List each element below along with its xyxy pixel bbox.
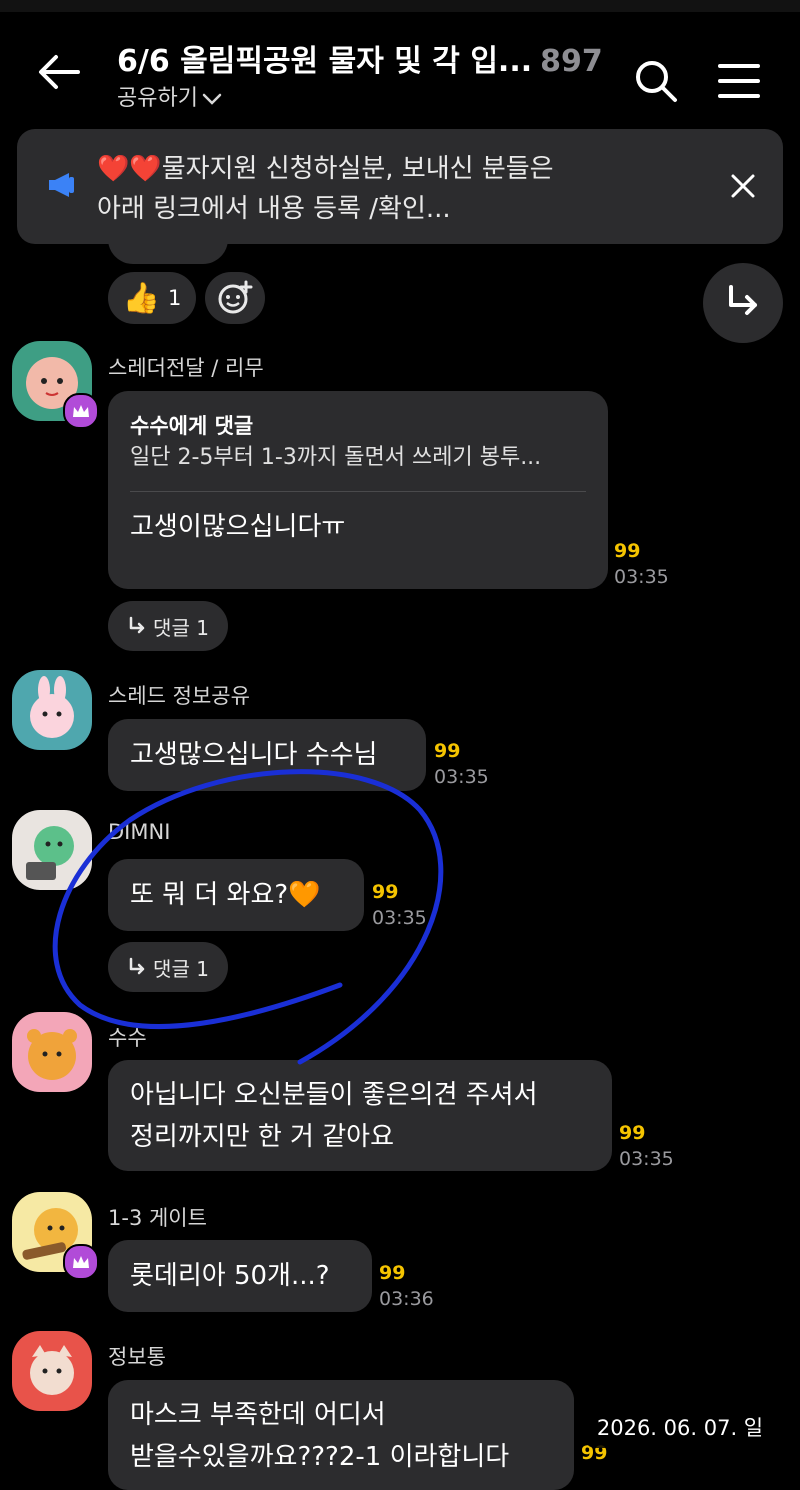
chat-title[interactable]: 6/6 올림픽공원 물자 및 각 입... 897 bbox=[117, 36, 603, 80]
message-meta: 99 03:35 bbox=[619, 1120, 674, 1172]
chat-title-text: 6/6 올림픽공원 물자 및 각 입... bbox=[117, 44, 533, 79]
add-emoji-icon bbox=[218, 280, 253, 314]
notice-text: ❤️❤️물자지원 신청하실분, 보내신 분들은 아래 링크에서 내용 등록 /확… bbox=[97, 149, 657, 229]
chat-header: 6/6 올림픽공원 물자 및 각 입... 897 공유하기 bbox=[0, 12, 800, 122]
message-time: 03:35 bbox=[619, 1148, 674, 1170]
reply-count-label: 댓글 1 bbox=[153, 615, 209, 640]
avatar[interactable] bbox=[12, 810, 92, 890]
reply-thread-button[interactable]: 댓글 1 bbox=[108, 942, 228, 992]
reply-arrow-icon bbox=[129, 616, 145, 634]
message-time: 03:35 bbox=[434, 766, 489, 788]
date-stamp: 2026. 06. 07. 일 bbox=[585, 1408, 775, 1448]
message-text-line-2: 정리까지만 한 거 같아요 bbox=[130, 1122, 394, 1152]
message-meta: 99 03:35 bbox=[434, 738, 489, 790]
quote-divider bbox=[130, 491, 586, 492]
thumbs-up-icon: 👍 bbox=[122, 280, 160, 316]
sender-name: 정보통 bbox=[108, 1345, 166, 1369]
notice-line-1: ❤️❤️물자지원 신청하실분, 보내신 분들은 bbox=[97, 154, 554, 184]
crown-badge-icon bbox=[63, 393, 99, 429]
quote-text: 일단 2-5부터 1-3까지 돌면서 쓰레기 봉투... bbox=[130, 445, 542, 470]
share-button[interactable]: 공유하기 bbox=[117, 80, 222, 112]
menu-button[interactable] bbox=[716, 58, 762, 104]
unread-count: 99 bbox=[619, 1122, 646, 1144]
message-bubble[interactable]: 수수에게 댓글 일단 2-5부터 1-3까지 돌면서 쓰레기 봉투... 고생이… bbox=[108, 391, 608, 589]
avatar-character-icon bbox=[30, 1345, 74, 1395]
hamburger-menu-icon bbox=[718, 64, 760, 98]
message-meta: 99 03:35 bbox=[372, 879, 427, 931]
reply-arrow-icon bbox=[129, 957, 145, 975]
reply-thread-button[interactable]: 댓글 1 bbox=[108, 601, 228, 651]
message-meta: 99 03:36 bbox=[379, 1260, 434, 1312]
avatar-character-icon bbox=[27, 1029, 77, 1080]
member-count: 897 bbox=[540, 44, 603, 79]
message-time: 03:36 bbox=[379, 1288, 434, 1310]
message-text-line-1: 마스크 부족한데 어디서 bbox=[130, 1400, 386, 1430]
unread-count: 99 bbox=[372, 881, 399, 903]
avatar-character-icon bbox=[26, 826, 74, 880]
message-text: 고생이많으십니다ㅠ bbox=[130, 512, 346, 542]
message-bubble[interactable]: 롯데리아 50개...? bbox=[108, 1240, 372, 1312]
message-text: 고생많으십니다 수수님 bbox=[130, 740, 378, 770]
reply-arrow-icon bbox=[729, 285, 757, 315]
back-arrow-icon bbox=[39, 55, 80, 89]
unread-count: 99 bbox=[614, 540, 641, 562]
message-bubble[interactable]: 고생많으십니다 수수님 bbox=[108, 719, 426, 791]
reply-count-label: 댓글 1 bbox=[153, 956, 209, 981]
notice-line-2: 아래 링크에서 내용 등록 /확인... bbox=[97, 194, 451, 224]
search-button[interactable] bbox=[633, 58, 679, 104]
sender-name: 1-3 게이트 bbox=[108, 1206, 207, 1230]
unread-count: 99 bbox=[379, 1262, 406, 1284]
share-label: 공유하기 bbox=[117, 86, 198, 111]
message-text: 또 뭐 더 와요?🧡 bbox=[130, 880, 321, 910]
avatar[interactable] bbox=[12, 1012, 92, 1092]
message-meta: 99 03:35 bbox=[614, 538, 669, 590]
notice-banner[interactable]: ❤️❤️물자지원 신청하실분, 보내신 분들은 아래 링크에서 내용 등록 /확… bbox=[17, 129, 783, 244]
crown-badge-icon bbox=[63, 1244, 99, 1280]
sender-name: 스레드 정보공유 bbox=[108, 684, 250, 708]
close-icon[interactable] bbox=[729, 172, 757, 200]
megaphone-icon bbox=[49, 173, 74, 197]
thumbs-up-count: 1 bbox=[167, 286, 182, 310]
add-reaction-button[interactable] bbox=[205, 272, 265, 324]
thumbs-up-reaction[interactable]: 👍 1 bbox=[108, 272, 196, 324]
sender-name: 스레더전달 / 리무 bbox=[108, 356, 264, 380]
sender-name: 수수 bbox=[108, 1026, 147, 1050]
message-text: 롯데리아 50개...? bbox=[130, 1261, 330, 1291]
message-time: 03:35 bbox=[372, 907, 427, 929]
sender-name: DIMNI bbox=[108, 820, 171, 844]
chevron-down-icon bbox=[202, 93, 222, 105]
avatar[interactable] bbox=[12, 1331, 92, 1411]
unread-count: 99 bbox=[434, 740, 461, 762]
message-time: 03:35 bbox=[614, 566, 669, 588]
avatar[interactable] bbox=[12, 670, 92, 750]
message-bubble[interactable]: 또 뭐 더 와요?🧡 bbox=[108, 859, 364, 931]
quote-title: 수수에게 댓글 bbox=[130, 414, 254, 438]
back-button[interactable] bbox=[36, 52, 82, 92]
jump-to-reply-button[interactable] bbox=[703, 263, 783, 343]
message-text-line-1: 아닙니다 오신분들이 좋은의견 주셔서 bbox=[130, 1080, 538, 1110]
status-bar bbox=[0, 0, 800, 12]
message-bubble[interactable]: 아닙니다 오신분들이 좋은의견 주셔서 정리까지만 한 거 같아요 bbox=[108, 1060, 612, 1171]
avatar-character-icon bbox=[30, 676, 74, 738]
message-text-line-2: 받을수있을까요???2-1 이라합니다 bbox=[130, 1442, 510, 1472]
message-bubble[interactable]: 마스크 부족한데 어디서 받을수있을까요???2-1 이라합니다 bbox=[108, 1380, 574, 1490]
search-icon bbox=[636, 61, 677, 102]
